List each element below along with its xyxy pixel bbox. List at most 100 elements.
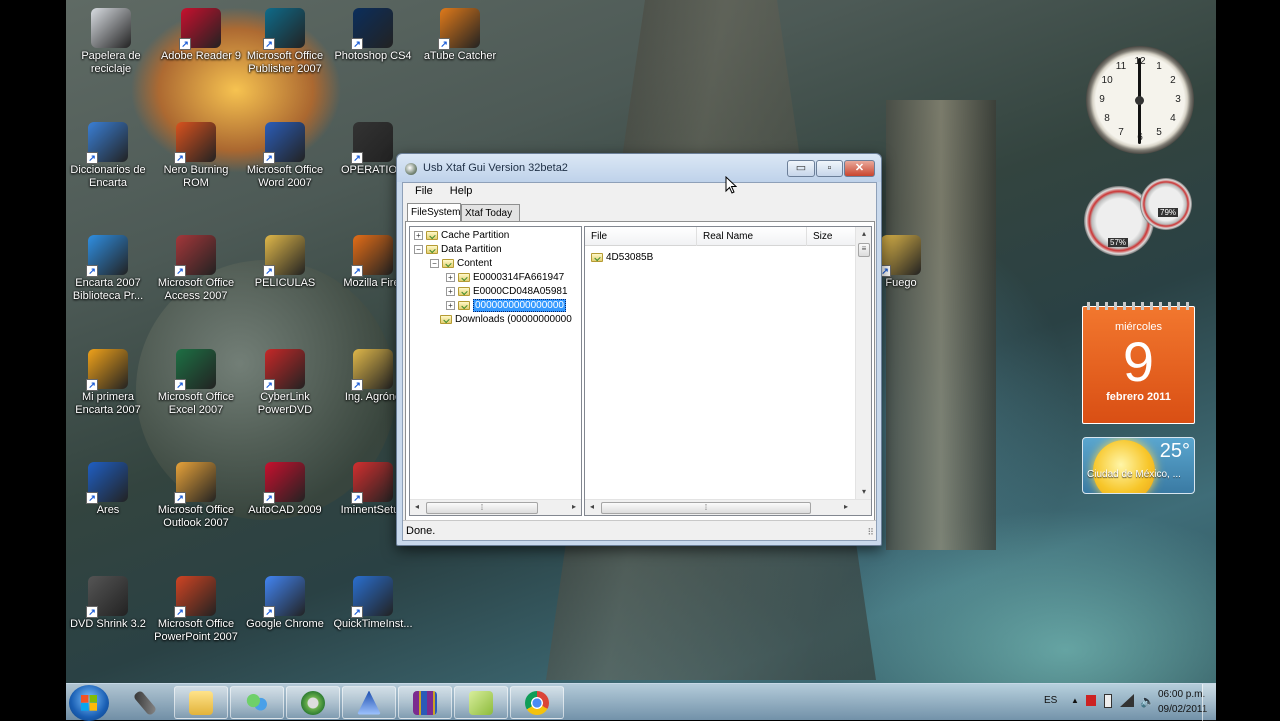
xbox-icon xyxy=(301,690,325,715)
desktop-icon-label: QuickTimeInst... xyxy=(333,618,413,630)
weather-gadget[interactable]: 25° Ciudad de México, ... xyxy=(1082,437,1195,494)
collapse-icon[interactable]: − xyxy=(430,258,439,268)
taskbar-xbox[interactable] xyxy=(286,686,340,719)
desktop-icon[interactable]: ↗ Mi primera Encarta 2007 xyxy=(63,345,153,417)
title-bar[interactable]: Usb Xtaf Gui Version 32beta2 ▭ ▫ ✕ xyxy=(397,154,881,182)
menu-help[interactable]: Help xyxy=(444,183,481,197)
calendar-gadget[interactable]: miércoles 9 febrero 2011 xyxy=(1082,302,1195,424)
desktop-icon[interactable]: ↗ Microsoft Office Outlook 2007 xyxy=(151,458,241,530)
taskbar-messenger[interactable] xyxy=(230,686,284,719)
desktop-icon[interactable]: ↗ Microsoft Office Access 2007 xyxy=(151,231,241,303)
memory-dial xyxy=(1140,178,1192,230)
column-size[interactable]: Size xyxy=(807,227,855,246)
desktop-icon[interactable]: ↗ aTube Catcher xyxy=(415,4,505,63)
windows-logo-icon xyxy=(81,695,97,711)
shortcut-arrow-icon: ↗ xyxy=(351,379,363,391)
desktop-icon[interactable]: ↗ Photoshop CS4 xyxy=(328,4,418,63)
tree-node[interactable]: + E0000314FA661947 xyxy=(446,271,564,285)
desktop-icon[interactable]: ↗ CyberLink PowerDVD xyxy=(240,345,330,417)
folder-tree[interactable]: + Cache Partition − Data Partition − Content +… xyxy=(409,226,582,516)
tree-scroll-thumb[interactable]: ⁞ xyxy=(426,502,538,514)
list-vscroll-thumb[interactable]: ≡ xyxy=(858,243,870,257)
resize-grip-icon[interactable]: ⠿ xyxy=(867,527,874,538)
desktop-icon[interactable]: ↗ Google Chrome xyxy=(240,572,330,631)
tree-node[interactable]: − Data Partition xyxy=(414,243,502,257)
list-item-label: 4D53085B xyxy=(606,252,654,263)
scroll-left-icon[interactable]: ◂ xyxy=(585,500,599,514)
folder-icon: ↗ xyxy=(879,235,921,277)
tree-node[interactable]: Downloads (00000000000 xyxy=(440,313,572,327)
list-hscroll-thumb[interactable]: ⁞ xyxy=(601,502,811,514)
minimize-button[interactable]: ▭ xyxy=(787,160,815,177)
desktop-icon[interactable]: ↗ Microsoft Office PowerPoint 2007 xyxy=(151,572,241,644)
column-file[interactable]: File xyxy=(585,227,697,246)
expand-icon[interactable]: + xyxy=(414,230,423,240)
expand-icon[interactable]: + xyxy=(446,286,455,296)
list-hscrollbar[interactable]: ◂ ⁞ ▸ xyxy=(585,499,871,515)
taskbar-winrar[interactable] xyxy=(398,686,452,719)
quicktime-icon: ↗ xyxy=(351,576,393,618)
desktop-icon[interactable]: ↗ Nero Burning ROM xyxy=(151,118,241,190)
show-desktop-button[interactable] xyxy=(1202,684,1216,721)
scroll-right-icon[interactable]: ▸ xyxy=(567,500,581,514)
battery-icon[interactable] xyxy=(1104,694,1112,708)
menu-file[interactable]: File xyxy=(409,183,441,197)
clock-time[interactable]: 06:00 p.m. xyxy=(1158,689,1205,700)
collapse-icon[interactable]: − xyxy=(414,244,423,254)
cpu-meter-gadget[interactable]: 57% 79% xyxy=(1084,178,1194,258)
shortcut-arrow-icon: ↗ xyxy=(174,492,186,504)
clock-date[interactable]: 09/02/2011 xyxy=(1158,704,1207,715)
flag-icon[interactable] xyxy=(1086,695,1096,706)
desktop-icon[interactable]: ↗ DVD Shrink 3.2 xyxy=(63,572,153,631)
desktop-icon[interactable]: ↗ Adobe Reader 9 xyxy=(156,4,246,63)
tab-filesystem[interactable]: FileSystem xyxy=(407,203,461,222)
desktop-icon[interactable]: ↗ Microsoft Office Word 2007 xyxy=(240,118,330,190)
tree-node[interactable]: + Cache Partition xyxy=(414,229,509,243)
tree-hscrollbar[interactable]: ◂ ⁞ ▸ xyxy=(410,499,581,515)
language-indicator[interactable]: ES xyxy=(1044,695,1057,706)
scroll-left-icon[interactable]: ◂ xyxy=(410,500,424,514)
tree-node[interactable]: +0000000000000000 xyxy=(446,299,566,313)
volume-icon[interactable]: 🔈 xyxy=(1140,694,1155,708)
taskbar-folder-app[interactable] xyxy=(454,686,508,719)
desktop-icon[interactable]: ↗ QuickTimeInst... xyxy=(328,572,418,631)
desktop-icon[interactable]: ↗ Diccionarios de Encarta xyxy=(63,118,153,190)
desktop-icon[interactable]: ↗ Encarta 2007 Biblioteca Pr... xyxy=(63,231,153,303)
desktop-icon[interactable]: ↗ PELICULAS xyxy=(240,231,330,290)
maximize-button[interactable]: ▫ xyxy=(816,160,843,177)
desktop-icon[interactable]: ↗ AutoCAD 2009 xyxy=(240,458,330,517)
taskbar-chrome[interactable] xyxy=(510,686,564,719)
desktop-icon[interactable]: ↗ Microsoft Office Excel 2007 xyxy=(151,345,241,417)
wallpaper-tower xyxy=(886,100,996,550)
tab-xtaf-today[interactable]: Xtaf Today xyxy=(461,204,520,222)
desktop-icon[interactable]: ↗ Microsoft Office Publisher 2007 xyxy=(240,4,330,76)
scroll-right-icon[interactable]: ▸ xyxy=(839,500,853,514)
network-icon[interactable] xyxy=(1120,694,1134,707)
taskbar-ares[interactable] xyxy=(342,686,396,719)
column-real-name[interactable]: Real Name xyxy=(697,227,807,246)
window-client: File Help FileSystem Xtaf Today + Cache P… xyxy=(402,182,877,541)
scroll-up-icon[interactable]: ▴ xyxy=(857,227,871,241)
list-vscrollbar[interactable]: ▴ ≡ ▾ xyxy=(855,227,871,499)
taskbar-microphone[interactable] xyxy=(118,686,172,719)
file-list[interactable]: File Real Name Size 4D53085B ▴ ≡ ▾ ◂ ⁞ ▸ xyxy=(584,226,872,516)
close-button[interactable]: ✕ xyxy=(844,160,875,177)
desktop-icon-label: DVD Shrink 3.2 xyxy=(70,618,146,630)
expand-icon[interactable]: + xyxy=(446,272,455,282)
tree-node-label: E0000CD048A05981 xyxy=(473,286,568,297)
desktop-icon[interactable]: ↗ Ares xyxy=(63,458,153,517)
scroll-down-icon[interactable]: ▾ xyxy=(857,485,871,499)
tray-arrow-icon[interactable]: ▲ xyxy=(1071,696,1079,705)
clock-number: 11 xyxy=(1115,61,1127,73)
app-window[interactable]: Usb Xtaf Gui Version 32beta2 ▭ ▫ ✕ File … xyxy=(396,153,882,546)
taskbar-explorer[interactable] xyxy=(174,686,228,719)
expand-icon[interactable]: + xyxy=(446,300,455,310)
tree-node[interactable]: + E0000CD048A05981 xyxy=(446,285,568,299)
tree-node[interactable]: − Content xyxy=(430,257,492,271)
clock-gadget[interactable]: 121234567891011 xyxy=(1086,46,1194,154)
shortcut-arrow-icon: ↗ xyxy=(351,38,363,50)
list-item[interactable]: 4D53085B xyxy=(591,251,653,265)
letterbox-left xyxy=(0,0,66,720)
start-button[interactable] xyxy=(69,685,109,721)
desktop-icon[interactable]: Papelera de reciclaje xyxy=(66,4,156,76)
